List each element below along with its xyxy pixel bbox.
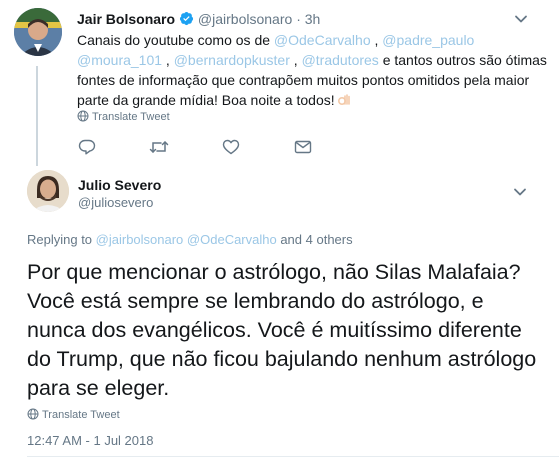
author-handle[interactable]: @juliosevero	[78, 195, 153, 211]
ok-hand-emoji-icon	[337, 92, 351, 106]
text-segment: ,	[162, 52, 174, 68]
mention-link[interactable]: @moura_101	[77, 52, 162, 68]
mention-link[interactable]: @tradutores	[302, 52, 379, 68]
chevron-down-icon[interactable]	[514, 12, 528, 26]
mention-link[interactable]: @padre_paulo	[382, 32, 474, 48]
separator-dot: ·	[296, 11, 301, 27]
reply-icon[interactable]	[77, 137, 97, 157]
author-name[interactable]: Julio Severo	[78, 176, 161, 194]
mention-link[interactable]: @bernardopkuster	[174, 52, 290, 68]
replying-to: Replying to @jairbolsonaro @OdeCarvalho …	[27, 232, 353, 248]
mention-link[interactable]: @jairbolsonaro	[96, 232, 184, 247]
tweet-text: Por que mencionar o astrólogo, não Silas…	[27, 260, 537, 400]
chevron-down-icon[interactable]	[513, 185, 527, 199]
tweet-header: Jair Bolsonaro @jairbolsonaro · 3h	[77, 10, 320, 30]
mention-link[interactable]: @OdeCarvalho	[187, 232, 277, 247]
translate-label: Translate Tweet	[42, 409, 120, 421]
author-handle[interactable]: @jairbolsonaro	[198, 11, 292, 27]
text-segment: ,	[289, 52, 302, 68]
avatar[interactable]	[14, 8, 62, 56]
replying-prefix: Replying to	[27, 232, 96, 247]
divider	[27, 456, 559, 457]
avatar[interactable]	[27, 170, 69, 212]
text-segment: Canais do youtube como os de	[77, 32, 274, 48]
tweet-text: Canais do youtube como os de @OdeCarvalh…	[77, 30, 547, 110]
verified-badge-icon	[179, 11, 194, 30]
translate-tweet-link[interactable]: Translate Tweet	[77, 110, 170, 124]
like-icon[interactable]	[221, 137, 241, 157]
mention-link[interactable]: @OdeCarvalho	[274, 32, 371, 48]
text-segment: ,	[370, 32, 383, 48]
tweet-time[interactable]: 3h	[305, 11, 321, 27]
thread-connector	[36, 66, 38, 166]
globe-icon	[27, 408, 39, 420]
direct-message-icon[interactable]	[293, 137, 313, 157]
tweet-jair-bolsonaro[interactable]: Jair Bolsonaro @jairbolsonaro · 3h Canai…	[0, 0, 559, 168]
retweet-icon[interactable]	[149, 137, 169, 157]
globe-icon	[77, 110, 89, 122]
translate-tweet-link[interactable]: Translate Tweet	[27, 408, 120, 422]
tweet-timestamp[interactable]: 12:47 AM - 1 Jul 2018	[27, 433, 153, 449]
translate-label: Translate Tweet	[92, 111, 170, 123]
author-name[interactable]: Jair Bolsonaro	[77, 11, 175, 27]
replying-suffix[interactable]: and 4 others	[277, 232, 352, 247]
